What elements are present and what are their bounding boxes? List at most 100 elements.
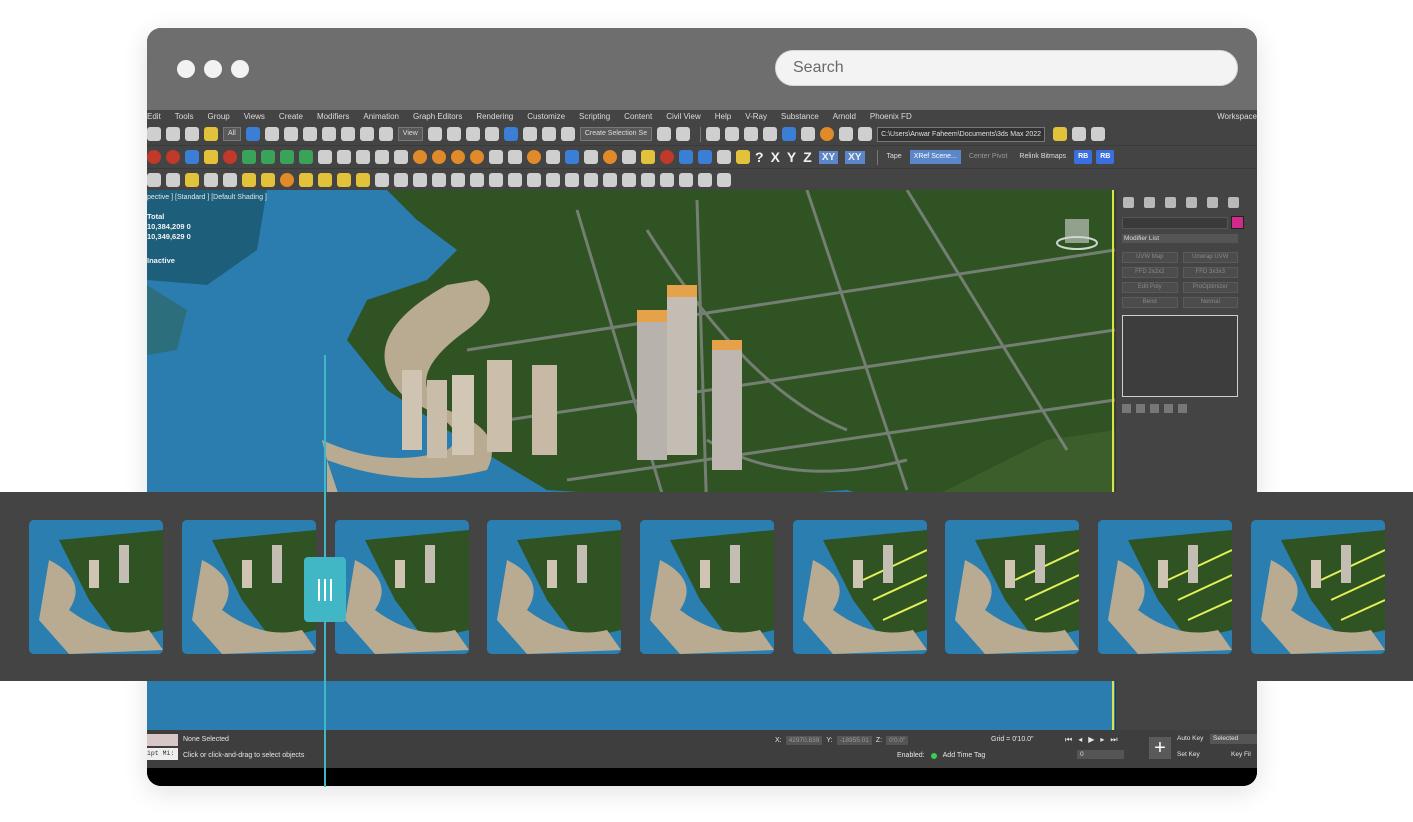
info-icon[interactable] bbox=[603, 173, 617, 187]
camera-icon[interactable] bbox=[147, 173, 161, 187]
project-icon-2[interactable] bbox=[1072, 127, 1087, 141]
hierarchy-tab-icon[interactable] bbox=[1165, 197, 1176, 208]
menu-item-modifiers[interactable]: Modifiers bbox=[317, 112, 349, 121]
playhead-handle[interactable] bbox=[304, 557, 346, 622]
modifier-stack[interactable] bbox=[1122, 315, 1238, 397]
menu-item-edit[interactable]: Edit bbox=[147, 112, 161, 121]
maxscript-mini-listener[interactable]: ipt Mi: bbox=[147, 748, 178, 760]
angle-snap-icon[interactable] bbox=[503, 127, 518, 141]
frame-thumbnail[interactable] bbox=[29, 520, 163, 654]
fluid-icon-3[interactable] bbox=[527, 150, 541, 164]
key-selection-dropdown[interactable]: Selected bbox=[1210, 734, 1257, 744]
fx-icon-9[interactable] bbox=[299, 150, 313, 164]
fur-icon[interactable] bbox=[394, 173, 408, 187]
frame-thumbnail[interactable] bbox=[793, 520, 927, 654]
menu-item-group[interactable]: Group bbox=[207, 112, 229, 121]
pin-stack-icon[interactable] bbox=[1122, 404, 1131, 413]
grid-snap-icon[interactable] bbox=[698, 173, 712, 187]
link-icon[interactable] bbox=[166, 127, 180, 141]
menu-item-substance[interactable]: Substance bbox=[781, 112, 819, 121]
rect-selection-icon[interactable] bbox=[283, 127, 298, 141]
auto-key-button[interactable]: Auto Key bbox=[1177, 735, 1203, 742]
pause-icon[interactable] bbox=[337, 150, 351, 164]
tape-button[interactable]: Tape bbox=[883, 150, 906, 164]
xref-scene-button[interactable]: XRef Scene... bbox=[909, 150, 961, 164]
selection-filter-dropdown[interactable]: All bbox=[223, 127, 241, 141]
menu-item-scripting[interactable]: Scripting bbox=[579, 112, 610, 121]
flask-icon[interactable] bbox=[660, 173, 674, 187]
edit-named-sets-icon[interactable] bbox=[560, 127, 575, 141]
object-name-field[interactable] bbox=[1122, 217, 1228, 229]
foam-icon[interactable] bbox=[698, 150, 712, 164]
ies-icon[interactable] bbox=[299, 173, 313, 187]
window-dot[interactable] bbox=[231, 60, 249, 78]
frame-thumbnail[interactable] bbox=[182, 520, 316, 654]
fluid-icon-1[interactable] bbox=[489, 150, 503, 164]
scale-icon[interactable] bbox=[359, 127, 374, 141]
fx-icon-3[interactable] bbox=[185, 150, 199, 164]
modifier-button[interactable]: ProOptimizer bbox=[1182, 282, 1238, 293]
fluid-icon-4[interactable] bbox=[546, 150, 560, 164]
add-time-tag-button[interactable]: Add Time Tag bbox=[943, 752, 986, 759]
x-coordinate-field[interactable]: 42970.839 bbox=[785, 736, 823, 745]
configure-sets-icon[interactable] bbox=[1178, 404, 1187, 413]
menu-item-graph-editors[interactable]: Graph Editors bbox=[413, 112, 462, 121]
lightmix-icon[interactable] bbox=[622, 173, 636, 187]
create-tab-icon[interactable] bbox=[1123, 197, 1134, 208]
menu-item-tools[interactable]: Tools bbox=[175, 112, 194, 121]
axis-x-button[interactable]: X bbox=[771, 149, 780, 165]
maxscript-listener[interactable] bbox=[147, 734, 178, 746]
modifier-button[interactable]: UVW Map bbox=[1122, 252, 1178, 263]
previous-frame-icon[interactable]: ◂ bbox=[1078, 735, 1082, 745]
motion-tab-icon[interactable] bbox=[1186, 197, 1197, 208]
material-ball-icon[interactable] bbox=[470, 173, 484, 187]
z-coordinate-field[interactable]: 0'0.0" bbox=[886, 736, 909, 745]
render-production-icon[interactable] bbox=[858, 127, 873, 141]
modifier-button[interactable]: FFD 3x3x3 bbox=[1182, 267, 1238, 278]
ipr-icon[interactable] bbox=[527, 173, 541, 187]
bind-spacewarp-icon[interactable] bbox=[204, 127, 218, 141]
cup-icon[interactable] bbox=[603, 150, 617, 164]
fire-icon-3[interactable] bbox=[451, 150, 465, 164]
list-view-icon[interactable] bbox=[584, 173, 598, 187]
show-end-result-icon[interactable] bbox=[1136, 404, 1145, 413]
modifier-list-dropdown[interactable]: Modifier List bbox=[1122, 234, 1238, 243]
fx-icon-1[interactable] bbox=[147, 150, 161, 164]
project-path-field[interactable]: C:\Users\Anwar Faheem\Documents\3ds Max … bbox=[877, 126, 1046, 142]
search-input[interactable]: Search bbox=[775, 50, 1238, 86]
render-setup-icon[interactable] bbox=[820, 127, 835, 141]
smoke-icon[interactable] bbox=[622, 150, 636, 164]
gear-icon[interactable] bbox=[717, 173, 731, 187]
menu-item-help[interactable]: Help bbox=[715, 112, 731, 121]
menu-item-create[interactable]: Create bbox=[279, 112, 303, 121]
render-cam-icon[interactable] bbox=[223, 173, 237, 187]
boat-icon[interactable] bbox=[736, 150, 750, 164]
remove-modifier-icon[interactable] bbox=[1164, 404, 1173, 413]
set-keys-icon[interactable]: + bbox=[1149, 737, 1171, 759]
decal-icon[interactable] bbox=[451, 173, 465, 187]
mesh-light-icon[interactable] bbox=[337, 173, 351, 187]
redo-icon[interactable] bbox=[147, 127, 161, 141]
modify-tab-icon[interactable] bbox=[1144, 197, 1155, 208]
window-dot[interactable] bbox=[204, 60, 222, 78]
rendered-frame-icon[interactable] bbox=[839, 127, 854, 141]
fx-icon-4[interactable] bbox=[204, 150, 218, 164]
checker-icon[interactable] bbox=[546, 173, 560, 187]
select-by-name-icon[interactable] bbox=[264, 127, 279, 141]
y-coordinate-field[interactable]: -18955.01 bbox=[836, 736, 872, 745]
rb-button-1[interactable]: RB bbox=[1074, 150, 1093, 164]
layer-explorer-icon[interactable] bbox=[725, 127, 740, 141]
fx-icon-2[interactable] bbox=[166, 150, 180, 164]
fx-icon-5[interactable] bbox=[223, 150, 237, 164]
window-dot[interactable] bbox=[177, 60, 195, 78]
axis-y-button[interactable]: Y bbox=[787, 149, 796, 165]
project-icon-3[interactable] bbox=[1091, 127, 1106, 141]
display-tab-icon[interactable] bbox=[1207, 197, 1218, 208]
help-icon[interactable]: ? bbox=[755, 149, 764, 165]
project-folder-icon[interactable] bbox=[1053, 127, 1068, 141]
video-filmstrip[interactable] bbox=[0, 492, 1413, 681]
frame-thumbnail[interactable] bbox=[1098, 520, 1232, 654]
next-frame-icon[interactable]: ▸ bbox=[1100, 735, 1104, 745]
bitmap-icon[interactable] bbox=[489, 173, 503, 187]
menu-item-vray[interactable]: V-Ray bbox=[745, 112, 767, 121]
